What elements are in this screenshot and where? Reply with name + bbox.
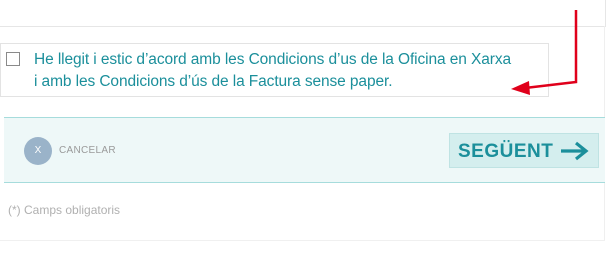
agreement-text-period: . [388, 73, 393, 90]
cancel-icon[interactable]: X [24, 137, 52, 165]
agreement-box: He llegit i estic d’acord amb les Condic… [0, 43, 549, 97]
arrow-right-icon [561, 141, 589, 161]
next-button-label: SEGÜENT [458, 141, 554, 162]
link-paperless-invoice-terms[interactable]: Condicions d’ús de la Factura sense pape… [99, 73, 388, 90]
link-office-terms[interactable]: Condicions d’us de la Oficina en Xarxa [249, 51, 512, 68]
required-fields-note: (*) Camps obligatoris [8, 203, 121, 217]
agreement-text-joiner: i amb les [34, 73, 100, 90]
cancel-button[interactable]: CANCELAR [59, 145, 116, 156]
agree-checkbox[interactable] [6, 52, 20, 66]
action-bar: X CANCELAR SEGÜENT [4, 117, 605, 183]
bottom-divider [0, 240, 605, 241]
annotation-arrow-icon [511, 10, 578, 95]
agreement-text-prefix: He llegit i estic d’acord amb les [34, 51, 249, 68]
agreement-text: He llegit i estic d’acord amb les Condic… [34, 49, 549, 93]
next-button[interactable]: SEGÜENT [449, 133, 599, 168]
